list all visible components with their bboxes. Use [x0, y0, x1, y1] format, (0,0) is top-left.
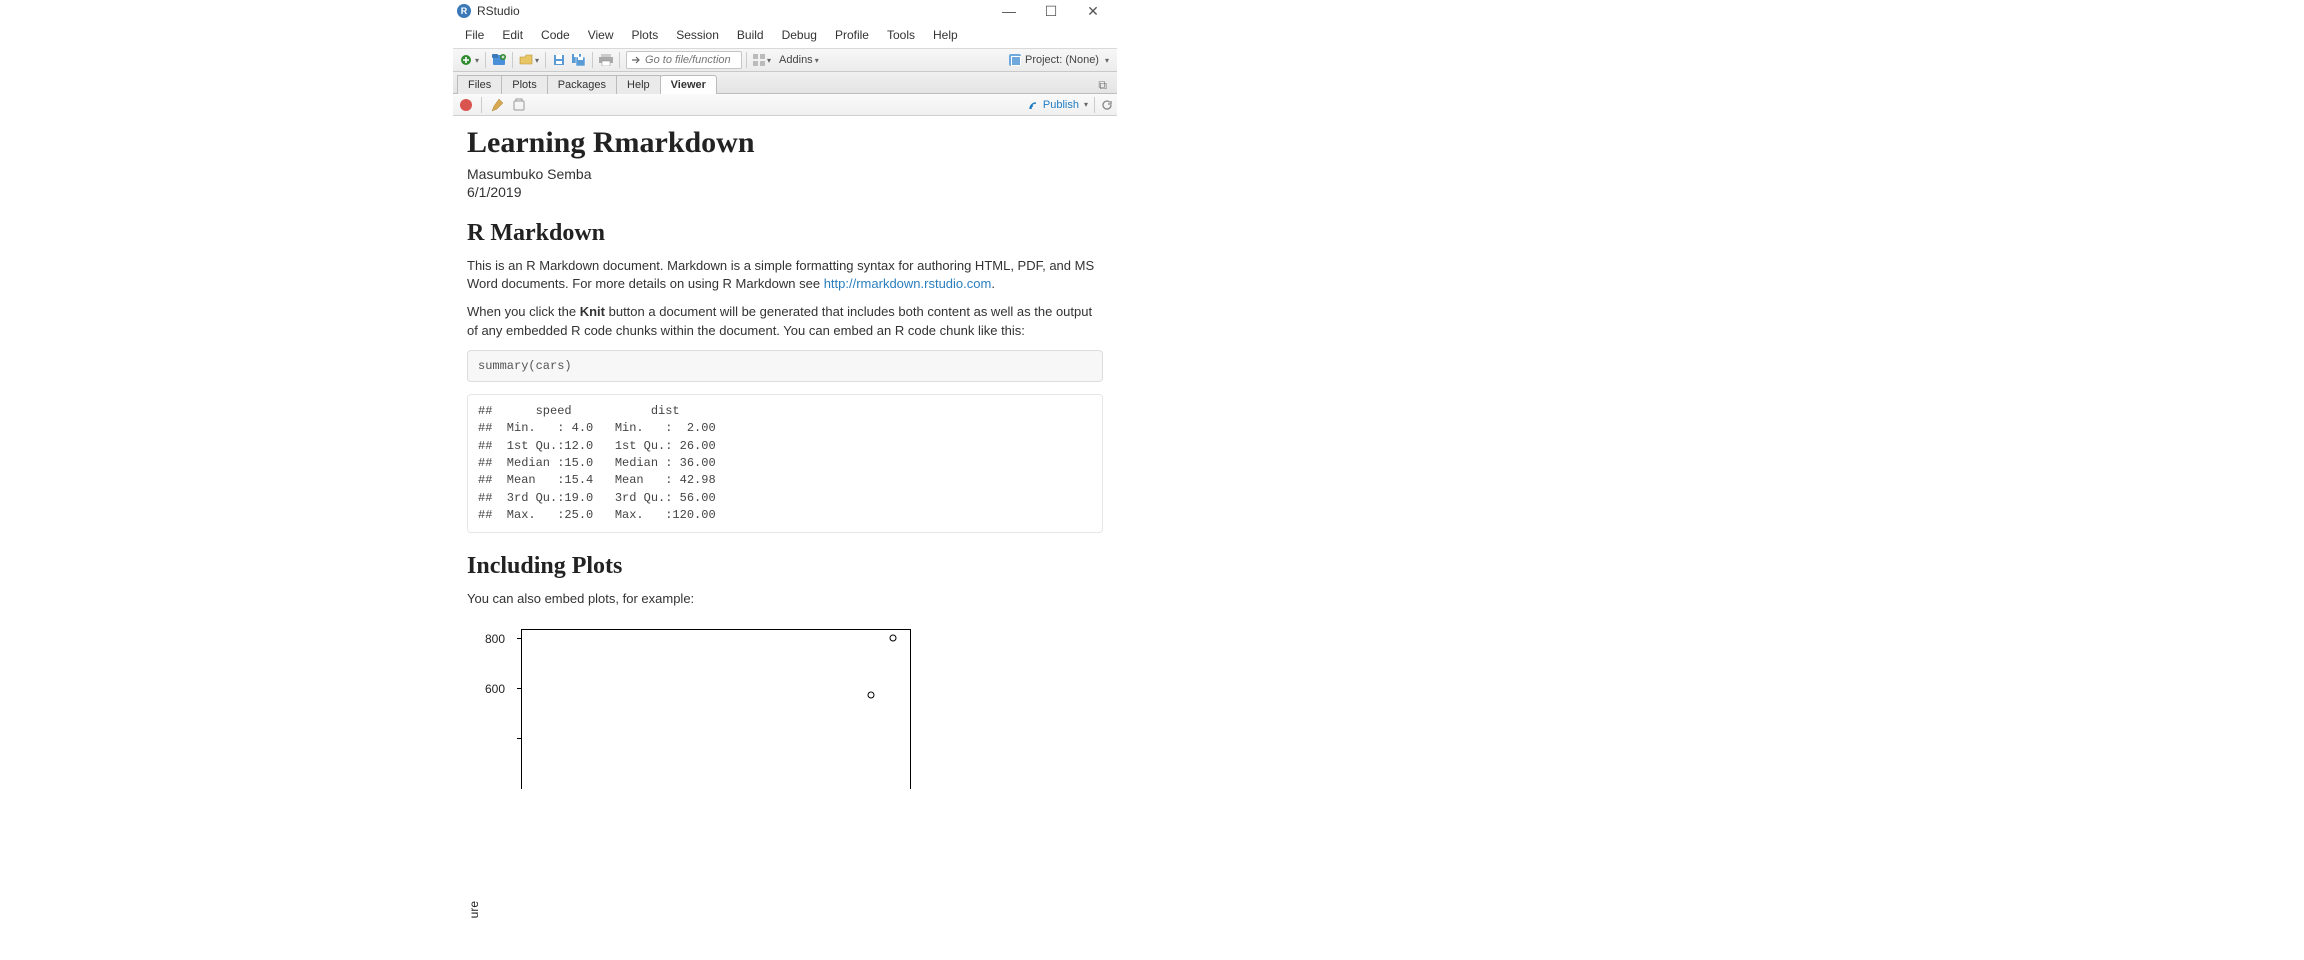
plot-point — [868, 691, 875, 698]
heading-rmarkdown: R Markdown — [467, 220, 1103, 247]
menu-session[interactable]: Session — [668, 26, 727, 44]
menu-plots[interactable]: Plots — [624, 26, 667, 44]
y-tick-800: 800 — [485, 632, 505, 646]
viewer-content[interactable]: Learning Rmarkdown Masumbuko Semba 6/1/2… — [453, 116, 1117, 960]
publish-icon — [1028, 99, 1040, 111]
app-title: RStudio — [477, 4, 520, 18]
document-author: Masumbuko Semba — [467, 166, 1103, 182]
workspace-panes-button[interactable]: ▾ — [751, 51, 773, 69]
project-icon — [1009, 54, 1021, 66]
menubar: File Edit Code View Plots Session Build … — [453, 22, 1117, 48]
menu-view[interactable]: View — [580, 26, 622, 44]
tab-help[interactable]: Help — [616, 75, 661, 94]
window-close-icon[interactable]: ✕ — [1081, 3, 1105, 20]
tab-packages[interactable]: Packages — [547, 75, 617, 94]
plot-frame — [521, 629, 911, 789]
viewer-toolbar: Publish ▾ — [453, 94, 1117, 116]
menu-code[interactable]: Code — [533, 26, 578, 44]
menu-tools[interactable]: Tools — [879, 26, 923, 44]
tab-plots[interactable]: Plots — [501, 75, 547, 94]
clear-viewer-button[interactable] — [488, 96, 506, 114]
popout-pane-icon[interactable]: ⧉ — [1092, 78, 1113, 93]
y-axis-label: ure — [467, 901, 481, 918]
paragraph-knit: When you click the Knit button a documen… — [467, 303, 1103, 339]
code-output-summary: ## speed dist ## Min. : 4.0 Min. : 2.00 … — [467, 394, 1103, 534]
goto-input[interactable] — [645, 54, 737, 66]
menu-file[interactable]: File — [457, 26, 492, 44]
remove-viewer-button[interactable] — [510, 96, 528, 114]
menu-build[interactable]: Build — [729, 26, 772, 44]
open-file-button[interactable]: ▾ — [517, 51, 541, 69]
code-chunk-summary: summary(cars) — [467, 350, 1103, 382]
paragraph-intro: This is an R Markdown document. Markdown… — [467, 257, 1103, 293]
goto-file-function[interactable] — [626, 51, 742, 69]
new-file-button[interactable]: ▾ — [457, 51, 481, 69]
project-selector[interactable]: Project: (None) ▾ — [1005, 54, 1113, 66]
paragraph-plots: You can also embed plots, for example: — [467, 590, 1103, 608]
menu-help[interactable]: Help — [925, 26, 966, 44]
save-all-button[interactable] — [570, 51, 588, 69]
titlebar: R RStudio — ☐ ✕ — [453, 0, 1117, 22]
tab-viewer[interactable]: Viewer — [660, 75, 717, 94]
menu-debug[interactable]: Debug — [774, 26, 825, 44]
stop-viewer-button[interactable] — [457, 96, 475, 114]
heading-including-plots: Including Plots — [467, 553, 1103, 580]
tab-files[interactable]: Files — [457, 75, 502, 94]
menu-profile[interactable]: Profile — [827, 26, 877, 44]
main-toolbar: ▾ ▾ ▾ Addins — [453, 48, 1117, 72]
menu-edit[interactable]: Edit — [494, 26, 531, 44]
window-maximize-icon[interactable]: ☐ — [1039, 3, 1063, 20]
document-title: Learning Rmarkdown — [467, 126, 1103, 160]
y-tick-600: 600 — [485, 682, 505, 696]
new-project-button[interactable] — [490, 51, 508, 69]
goto-arrow-icon — [631, 55, 641, 65]
pressure-plot: ure 800 600 — [467, 629, 1103, 929]
publish-button[interactable]: Publish ▾ — [1028, 99, 1088, 111]
rmarkdown-link[interactable]: http://rmarkdown.rstudio.com — [824, 276, 992, 291]
rstudio-window: R RStudio — ☐ ✕ File Edit Code View Plot… — [453, 0, 1117, 960]
document-date: 6/1/2019 — [467, 184, 1103, 200]
save-button[interactable] — [550, 51, 568, 69]
rstudio-app-icon: R — [457, 4, 471, 18]
print-button[interactable] — [597, 51, 615, 69]
pane-tabs: Files Plots Packages Help Viewer ⧉ — [453, 72, 1117, 94]
window-minimize-icon[interactable]: — — [997, 3, 1021, 20]
addins-button[interactable]: Addins ▾ — [775, 51, 823, 69]
plot-point — [889, 634, 896, 641]
refresh-viewer-icon[interactable] — [1101, 99, 1113, 111]
